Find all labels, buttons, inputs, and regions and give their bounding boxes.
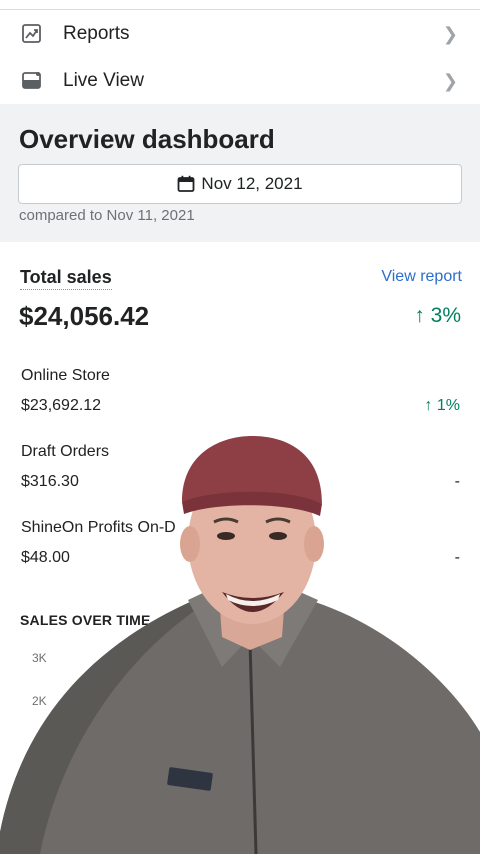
nav-item-reports[interactable]: Reports ❯ (0, 11, 480, 57)
view-report-link[interactable]: View report (381, 268, 462, 286)
nav-item-live-view-label: Live View (63, 70, 144, 91)
total-sales-label: Total sales (20, 267, 112, 290)
top-divider (0, 0, 480, 10)
total-sales-value: $24,056.42 (19, 301, 150, 331)
channel-name: Online Store (21, 367, 110, 384)
live-view-icon (22, 72, 41, 89)
comparison-text: compared to Nov 11, 2021 (19, 207, 195, 224)
channel-change: ↑ 1% (424, 397, 460, 414)
overview-section: Overview dashboard Nov 12, 2021 compared… (0, 104, 480, 242)
presenter-video-overlay (0, 436, 480, 854)
total-sales-change: ↑ 3% (414, 304, 461, 327)
nav-item-reports-label: Reports (63, 23, 130, 44)
chevron-right-icon: ❯ (442, 70, 458, 91)
page-title: Overview dashboard (19, 124, 275, 154)
chevron-right-icon: ❯ (442, 23, 458, 44)
date-picker-label: Nov 12, 2021 (201, 174, 303, 193)
nav-item-live-view[interactable]: Live View ❯ (0, 58, 480, 104)
date-picker-button[interactable]: Nov 12, 2021 (18, 164, 462, 204)
calendar-icon (178, 175, 195, 192)
reports-icon (22, 24, 41, 43)
channel-value: $23,692.12 (21, 397, 102, 414)
